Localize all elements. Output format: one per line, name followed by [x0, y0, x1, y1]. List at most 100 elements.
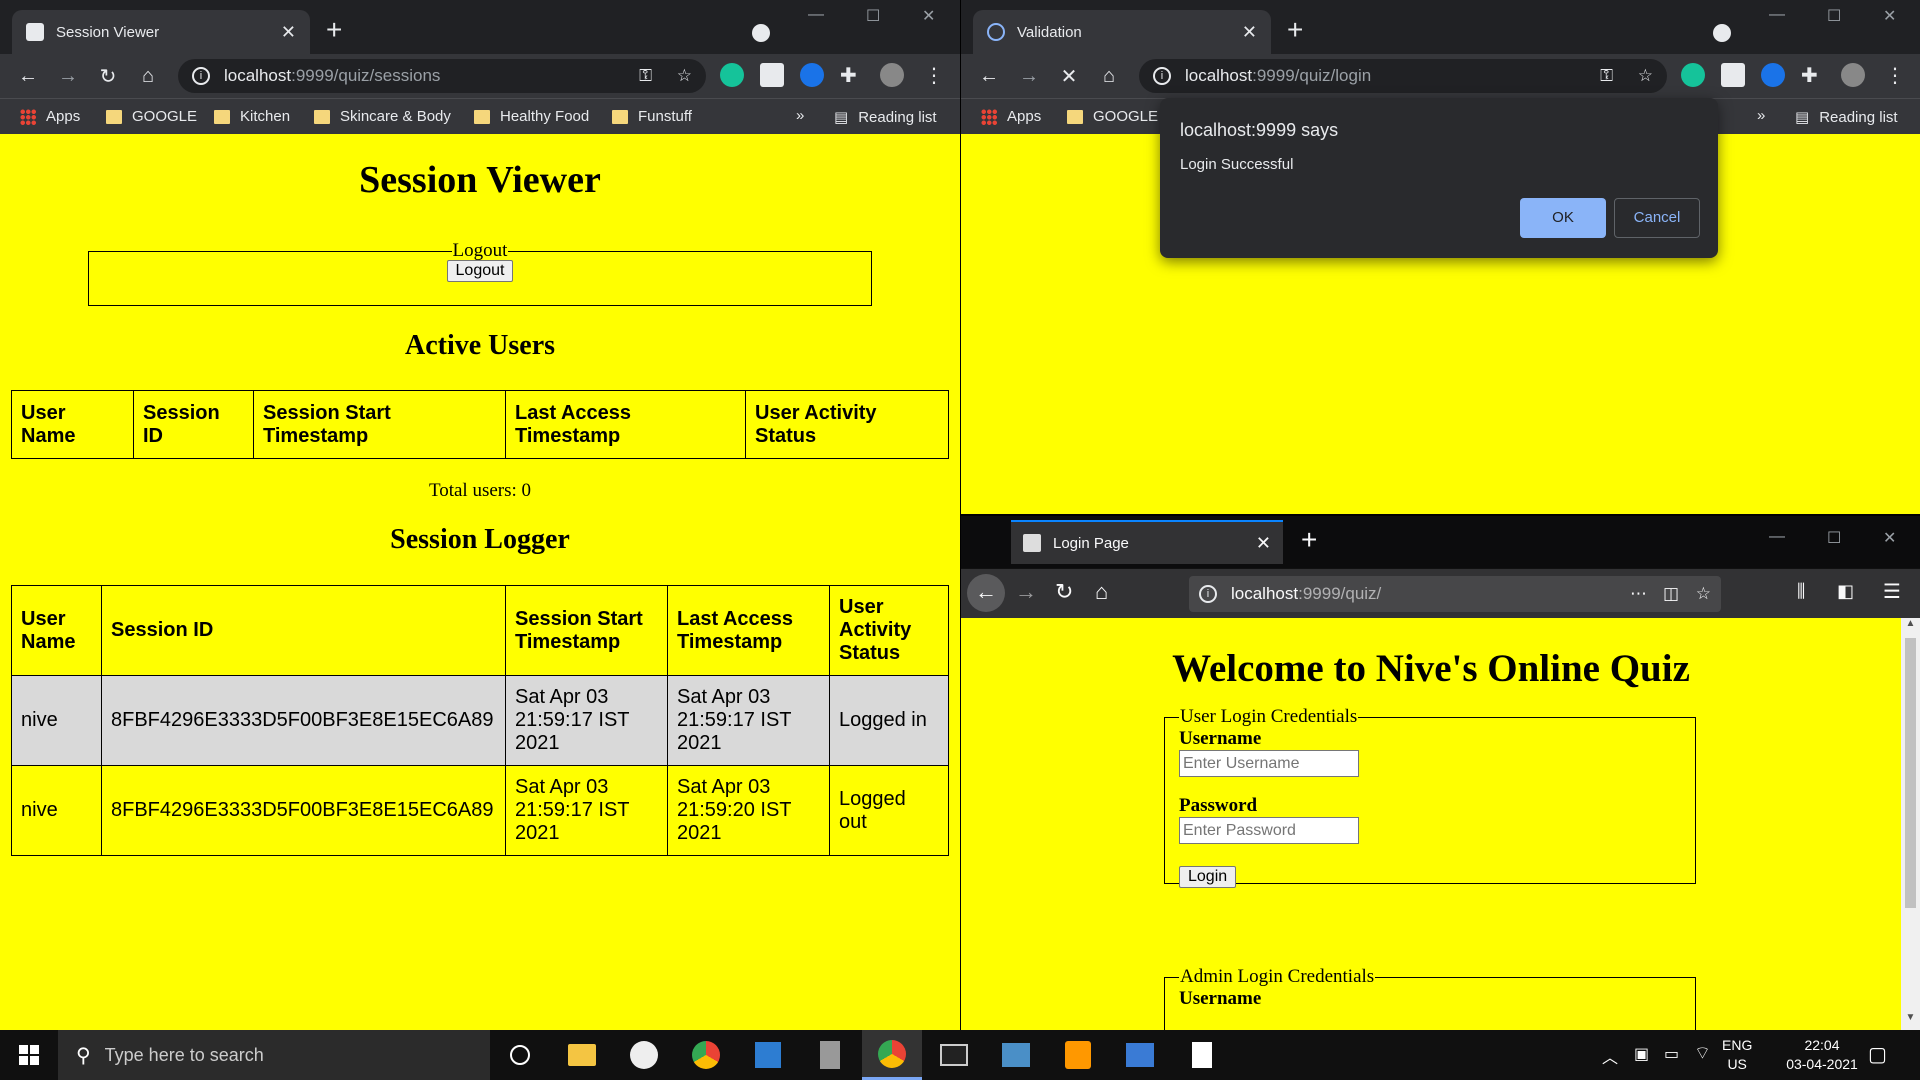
bookmark-kitchen[interactable]: Kitchen [214, 108, 290, 125]
key-icon[interactable]: ⚿ [1600, 66, 1613, 86]
battery-icon[interactable]: ▭ [1664, 1044, 1679, 1064]
home-icon[interactable]: ⌂ [1095, 579, 1108, 605]
photos-icon[interactable] [986, 1030, 1046, 1080]
site-info-icon[interactable]: i [1199, 585, 1217, 603]
reload-icon[interactable]: ↻ [88, 64, 128, 89]
vertical-scrollbar[interactable]: ▲ ▼ [1901, 618, 1920, 1030]
tab-validation[interactable]: Validation ✕ [973, 10, 1271, 54]
home-icon[interactable]: ⌂ [1089, 65, 1129, 88]
close-tab-icon[interactable]: ✕ [1242, 22, 1257, 43]
address-bar[interactable]: i localhost:9999/quiz/sessions ⚿ ☆ [178, 59, 706, 93]
notion-icon[interactable] [760, 63, 784, 87]
app-circle-icon[interactable] [614, 1030, 674, 1080]
tab-search-icon[interactable] [1713, 24, 1731, 42]
bookmarks-overflow-icon[interactable]: » [796, 107, 804, 124]
reading-list[interactable]: ▤ Reading list [1795, 108, 1898, 127]
reading-list[interactable]: ▤ Reading list [834, 108, 937, 127]
terminal-icon[interactable] [924, 1030, 984, 1080]
extensions-puzzle-icon[interactable]: ✚ [840, 63, 864, 87]
back-icon[interactable]: ← [969, 65, 1009, 88]
notion-icon[interactable] [1721, 63, 1745, 87]
tab-search-icon[interactable] [752, 24, 770, 42]
maximize-icon[interactable]: ☐ [1827, 6, 1841, 26]
site-info-icon[interactable]: i [192, 67, 210, 85]
library-icon[interactable]: ⫼ [1797, 581, 1805, 602]
network-device-icon[interactable]: ▣ [1634, 1044, 1649, 1064]
clock[interactable]: 22:04 03-04-2021 [1776, 1036, 1868, 1074]
menu-icon[interactable]: ⋮ [924, 63, 948, 87]
home-icon[interactable]: ⌂ [128, 65, 168, 88]
profile-avatar[interactable] [1841, 63, 1865, 87]
bookmark-google[interactable]: GOOGLE [106, 108, 197, 125]
scroll-up-icon[interactable]: ▲ [1901, 618, 1920, 636]
close-window-icon[interactable]: ✕ [922, 6, 935, 26]
new-tab-icon[interactable]: + [1301, 524, 1317, 556]
site-info-icon[interactable]: i [1153, 67, 1171, 85]
minimize-icon[interactable]: — [1769, 528, 1785, 546]
forward-icon[interactable]: → [1015, 579, 1037, 605]
bookmark-star-icon[interactable]: ☆ [1638, 66, 1653, 86]
bookmark-healthy-food[interactable]: Healthy Food [474, 108, 589, 125]
minimize-icon[interactable]: — [808, 6, 824, 24]
address-bar[interactable]: i localhost:9999/quiz/login ⚿ ☆ [1139, 59, 1667, 93]
bookmarks-overflow-icon[interactable]: » [1757, 107, 1765, 124]
back-icon[interactable]: ← [967, 574, 1005, 612]
sidebar-icon[interactable]: ◧ [1837, 581, 1854, 602]
close-window-icon[interactable]: ✕ [1883, 528, 1896, 548]
close-tab-icon[interactable]: ✕ [281, 22, 296, 43]
grammarly-icon[interactable] [720, 63, 744, 87]
pocket-icon[interactable]: ◫ [1663, 584, 1679, 604]
bookmark-skincare[interactable]: Skincare & Body [314, 108, 451, 125]
bookmark-funstuff[interactable]: Funstuff [612, 108, 692, 125]
extension-blue-icon[interactable] [800, 63, 824, 87]
page-actions-icon[interactable]: ⋯ [1630, 584, 1647, 604]
key-icon[interactable]: ⚿ [639, 66, 652, 86]
menu-icon[interactable]: ⋮ [1885, 63, 1909, 87]
profile-avatar[interactable] [880, 63, 904, 87]
chrome-active-icon[interactable] [862, 1030, 922, 1080]
cortana-icon[interactable] [490, 1030, 550, 1080]
username-input[interactable] [1179, 750, 1359, 777]
login-button[interactable]: Login [1179, 866, 1237, 888]
notifications-icon[interactable]: ▢ [1868, 1042, 1887, 1067]
scroll-down-icon[interactable]: ▼ [1901, 1012, 1920, 1030]
address-bar[interactable]: i localhost:9999/quiz/ ⋯ ◫ ☆ [1189, 576, 1721, 612]
minimize-icon[interactable]: — [1769, 6, 1785, 24]
sublime-text-icon[interactable] [1048, 1030, 1108, 1080]
maximize-icon[interactable]: ☐ [866, 6, 880, 26]
logout-button[interactable]: Logout [446, 260, 514, 282]
reload-icon[interactable]: ↻ [1055, 579, 1073, 605]
extensions-puzzle-icon[interactable]: ✚ [1801, 63, 1825, 87]
ok-button[interactable]: OK [1520, 198, 1606, 238]
notepad-icon[interactable] [1172, 1030, 1232, 1080]
language-indicator[interactable]: ENG US [1722, 1036, 1752, 1074]
wifi-icon[interactable]: ⌔ [1694, 1042, 1711, 1065]
start-button[interactable] [0, 1030, 58, 1080]
show-hidden-icons-icon[interactable]: ︿ [1602, 1044, 1618, 1068]
forward-icon[interactable]: → [48, 65, 88, 88]
extension-blue-icon[interactable] [1761, 63, 1785, 87]
taskbar-search-box[interactable]: ⚲ Type here to search [58, 1030, 490, 1080]
chrome-icon[interactable] [676, 1030, 736, 1080]
tab-login-page[interactable]: Login Page ✕ [1011, 520, 1283, 564]
bookmark-google[interactable]: GOOGLE [1067, 108, 1158, 125]
password-input[interactable] [1179, 817, 1359, 844]
close-window-icon[interactable]: ✕ [1883, 6, 1896, 26]
bookmark-apps[interactable]: Apps [981, 108, 1041, 125]
image-viewer-icon[interactable] [1110, 1030, 1170, 1080]
back-icon[interactable]: ← [8, 65, 48, 88]
maximize-icon[interactable]: ☐ [1827, 528, 1841, 548]
close-tab-icon[interactable]: ✕ [1256, 533, 1271, 554]
stop-loading-icon[interactable]: ✕ [1049, 64, 1089, 89]
cancel-button[interactable]: Cancel [1614, 198, 1700, 238]
scroll-thumb[interactable] [1905, 638, 1916, 908]
bookmark-star-icon[interactable]: ☆ [677, 66, 692, 86]
grammarly-icon[interactable] [1681, 63, 1705, 87]
calculator-icon[interactable] [800, 1030, 860, 1080]
forward-icon[interactable]: → [1009, 65, 1049, 88]
new-tab-icon[interactable]: + [1287, 14, 1303, 46]
bookmark-apps[interactable]: Apps [20, 108, 80, 125]
file-explorer-icon[interactable] [552, 1030, 612, 1080]
hamburger-menu-icon[interactable]: ☰ [1883, 579, 1901, 604]
bookmark-star-icon[interactable]: ☆ [1696, 584, 1711, 604]
